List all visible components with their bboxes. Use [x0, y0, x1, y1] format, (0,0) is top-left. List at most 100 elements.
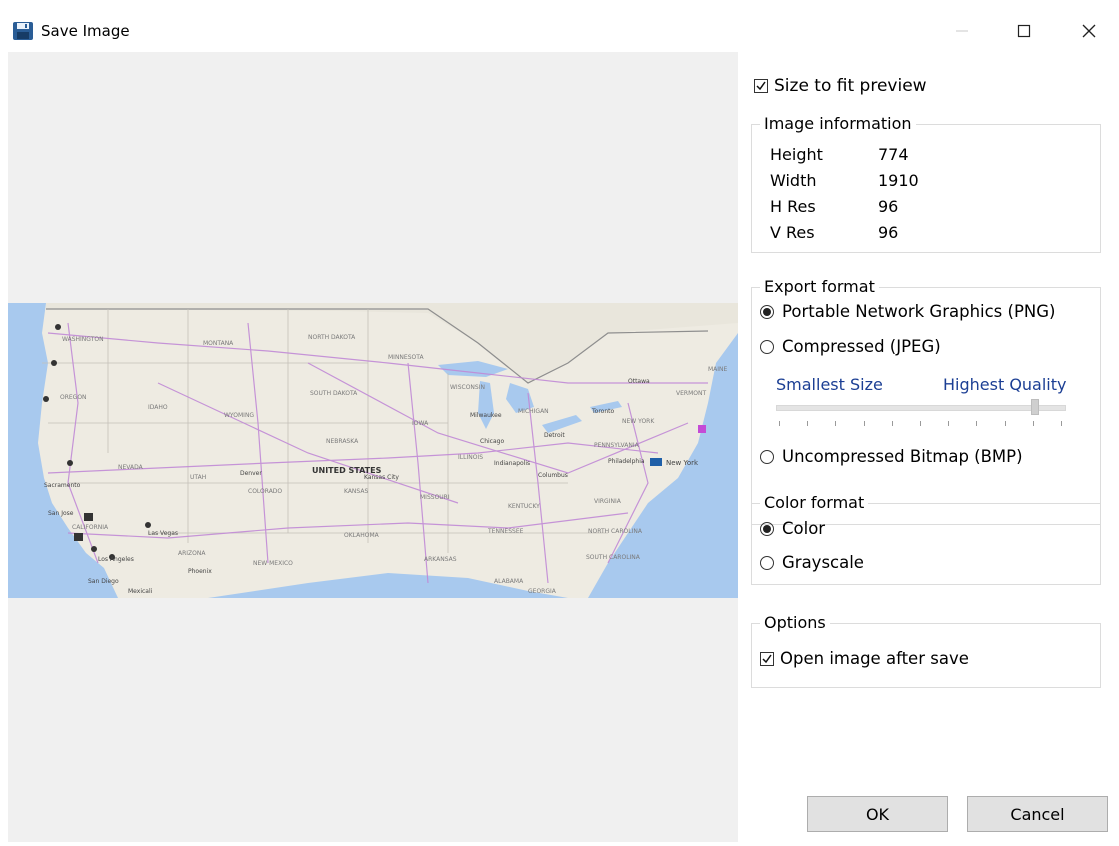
- open-after-save-checkbox[interactable]: Open image after save: [760, 649, 969, 668]
- cancel-button[interactable]: Cancel: [967, 796, 1108, 832]
- slider-tick: [835, 421, 837, 426]
- svg-text:NORTH DAKOTA: NORTH DAKOTA: [308, 334, 356, 341]
- color-format-legend: Color format: [760, 493, 869, 512]
- radio-unselected-icon: [760, 449, 774, 464]
- close-icon: [1082, 24, 1096, 38]
- svg-text:NEVADA: NEVADA: [118, 464, 144, 471]
- bmp-label: Uncompressed Bitmap (BMP): [782, 447, 1023, 466]
- svg-text:Indianapolis: Indianapolis: [494, 460, 530, 467]
- slider-tick: [1032, 421, 1034, 426]
- svg-text:San Diego: San Diego: [88, 578, 119, 585]
- svg-text:SOUTH CAROLINA: SOUTH CAROLINA: [586, 554, 641, 561]
- svg-text:MAINE: MAINE: [708, 366, 728, 373]
- height-value: 774: [878, 145, 909, 164]
- svg-text:MINNESOTA: MINNESOTA: [388, 354, 424, 361]
- width-value: 1910: [878, 171, 919, 190]
- radio-unselected-icon: [760, 555, 774, 570]
- radio-selected-icon: [760, 521, 774, 536]
- v-res-value: 96: [878, 223, 899, 242]
- svg-text:OKLAHOMA: OKLAHOMA: [344, 532, 380, 539]
- svg-text:MICHIGAN: MICHIGAN: [518, 408, 549, 415]
- svg-text:Sacramento: Sacramento: [44, 482, 81, 489]
- svg-text:ARIZONA: ARIZONA: [178, 550, 206, 557]
- open-after-save-label: Open image after save: [780, 649, 969, 668]
- svg-text:Milwaukee: Milwaukee: [470, 412, 502, 419]
- bmp-radio[interactable]: Uncompressed Bitmap (BMP): [760, 447, 1023, 466]
- svg-text:KANSAS: KANSAS: [344, 488, 368, 495]
- quality-min-label: Smallest Size: [776, 375, 883, 394]
- slider-tick: [863, 421, 865, 426]
- svg-text:Denver: Denver: [240, 470, 262, 477]
- svg-text:WISCONSIN: WISCONSIN: [450, 384, 485, 391]
- svg-text:UTAH: UTAH: [190, 474, 206, 481]
- close-button[interactable]: [1066, 14, 1112, 48]
- minimize-button[interactable]: [939, 14, 985, 48]
- slider-tick: [807, 421, 809, 426]
- grayscale-radio[interactable]: Grayscale: [760, 553, 864, 572]
- svg-text:OREGON: OREGON: [60, 394, 87, 401]
- color-label: Color: [782, 519, 826, 538]
- svg-text:New York: New York: [666, 459, 699, 467]
- svg-text:CALIFORNIA: CALIFORNIA: [72, 524, 109, 531]
- svg-text:Toronto: Toronto: [591, 408, 614, 415]
- svg-text:PENNSYLVANIA: PENNSYLVANIA: [594, 442, 640, 449]
- svg-text:Ottawa: Ottawa: [628, 378, 650, 385]
- svg-text:ARKANSAS: ARKANSAS: [424, 556, 457, 563]
- h-res-value: 96: [878, 197, 899, 216]
- svg-text:KENTUCKY: KENTUCKY: [508, 503, 540, 510]
- svg-text:VERMONT: VERMONT: [676, 390, 706, 397]
- svg-text:NEW YORK: NEW YORK: [622, 418, 655, 425]
- checkbox-checked-icon: [760, 651, 774, 666]
- svg-text:NEBRASKA: NEBRASKA: [326, 438, 359, 445]
- slider-tick: [920, 421, 921, 426]
- width-label: Width: [770, 171, 817, 190]
- maximize-icon: [1017, 24, 1031, 38]
- png-label: Portable Network Graphics (PNG): [782, 302, 1056, 321]
- svg-text:WASHINGTON: WASHINGTON: [62, 336, 104, 343]
- title-bar: Save Image: [0, 0, 1119, 52]
- size-to-fit-checkbox[interactable]: Size to fit preview: [754, 76, 927, 96]
- options-legend: Options: [760, 613, 830, 632]
- png-radio[interactable]: Portable Network Graphics (PNG): [760, 302, 1055, 321]
- quality-max-label: Highest Quality: [943, 375, 1067, 394]
- slider-tick: [1004, 421, 1006, 426]
- jpeg-radio[interactable]: Compressed (JPEG): [760, 337, 941, 356]
- slider-tick: [891, 421, 893, 426]
- jpeg-quality-slider[interactable]: [776, 405, 1066, 411]
- options-panel: Size to fit preview Image information He…: [738, 52, 1119, 846]
- ok-button[interactable]: OK: [807, 796, 948, 832]
- color-radio[interactable]: Color: [760, 519, 825, 538]
- map-preview-image: WASHINGTON MONTANA NORTH DAKOTA MINNESOT…: [8, 303, 738, 598]
- slider-tick: [976, 421, 978, 426]
- svg-text:MISSOURI: MISSOURI: [420, 494, 450, 501]
- size-to-fit-label: Size to fit preview: [774, 76, 927, 96]
- export-format-legend: Export format: [760, 277, 879, 296]
- svg-text:ALABAMA: ALABAMA: [494, 578, 524, 585]
- svg-text:Columbus: Columbus: [538, 472, 568, 479]
- grayscale-label: Grayscale: [782, 553, 864, 572]
- radio-selected-icon: [760, 304, 774, 319]
- svg-text:MONTANA: MONTANA: [203, 340, 234, 347]
- svg-text:NORTH CAROLINA: NORTH CAROLINA: [588, 528, 643, 535]
- jpeg-quality-slider-thumb[interactable]: [1031, 399, 1040, 415]
- svg-text:IDAHO: IDAHO: [148, 404, 168, 411]
- window-title: Save Image: [41, 22, 130, 40]
- v-res-label: V Res: [770, 223, 815, 242]
- maximize-button[interactable]: [1001, 14, 1047, 48]
- svg-text:Kansas City: Kansas City: [364, 474, 399, 481]
- slider-tick: [779, 421, 780, 426]
- svg-text:TENNESSEE: TENNESSEE: [487, 528, 524, 535]
- checkbox-checked-icon: [754, 79, 768, 93]
- svg-text:IOWA: IOWA: [412, 420, 429, 427]
- svg-text:Detroit: Detroit: [544, 432, 565, 439]
- svg-text:COLORADO: COLORADO: [248, 488, 282, 495]
- h-res-label: H Res: [770, 197, 816, 216]
- svg-text:Mexicali: Mexicali: [128, 588, 153, 595]
- svg-text:GEORGIA: GEORGIA: [528, 588, 557, 595]
- radio-unselected-icon: [760, 339, 774, 354]
- image-preview-pane: WASHINGTON MONTANA NORTH DAKOTA MINNESOT…: [8, 52, 738, 842]
- jpeg-label: Compressed (JPEG): [782, 337, 941, 356]
- image-information-legend: Image information: [760, 114, 916, 133]
- minimize-icon: [956, 30, 968, 32]
- svg-text:ILLINOIS: ILLINOIS: [458, 454, 483, 461]
